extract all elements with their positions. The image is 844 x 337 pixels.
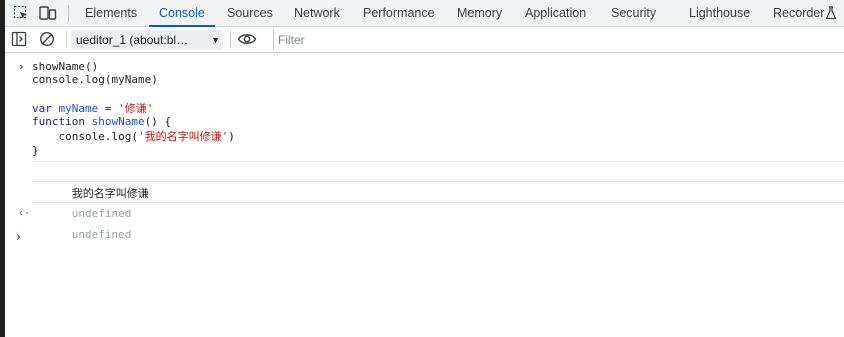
code-line-4: var myName = '修谦': [32, 102, 154, 115]
tab-memory[interactable]: Memory: [457, 0, 502, 27]
tab-sources[interactable]: Sources: [227, 0, 273, 27]
tab-performance[interactable]: Performance: [363, 0, 435, 27]
context-select[interactable]: ueditor_1 (about:bl… ▼: [71, 30, 223, 50]
panel-tabs: Elements Console Sources Network Perform…: [5, 0, 844, 27]
devtools-tab-bar: Elements Console Sources Network Perform…: [5, 0, 844, 27]
toolbar-divider-2: [230, 31, 231, 48]
tab-application[interactable]: Application: [525, 0, 586, 27]
result-arrow-icon: ‹·: [18, 208, 31, 219]
live-expression-icon[interactable]: [237, 31, 257, 47]
filter-input[interactable]: [273, 30, 844, 50]
console-output: › showName() console.log(myName) var myN…: [5, 53, 844, 337]
console-result-message: undefined: [32, 203, 844, 241]
console-undefined-message: undefined: [32, 182, 844, 220]
input-prompt-icon: ›: [18, 60, 25, 73]
sidebar-toggle-icon[interactable]: [10, 31, 28, 47]
code-line-2: console.log(myName): [32, 73, 158, 86]
devtools-window: Elements Console Sources Network Perform…: [0, 0, 844, 337]
tab-recorder[interactable]: Recorder: [773, 0, 824, 27]
result-value: undefined: [71, 228, 132, 241]
code-line-7: }: [32, 144, 39, 157]
tab-elements[interactable]: Elements: [85, 0, 137, 27]
context-select-value: ueditor_1 (about:bl…: [76, 33, 189, 47]
code-line-1: showName(): [32, 60, 99, 73]
dropdown-arrow-icon: ▼: [211, 35, 220, 45]
flask-icon: [824, 5, 838, 21]
tab-network[interactable]: Network: [294, 0, 340, 27]
clear-console-icon[interactable]: [38, 31, 56, 47]
console-log-message: 我的名字叫修谦: [32, 161, 844, 200]
console-toolbar: ueditor_1 (about:bl… ▼: [5, 27, 844, 53]
code-line-6: console.log('我的名字叫修谦'): [32, 130, 235, 143]
console-prompt-caret[interactable]: ›: [16, 230, 21, 245]
tab-security[interactable]: Security: [611, 0, 656, 27]
code-line-5: function showName() {: [32, 115, 172, 128]
tab-lighthouse[interactable]: Lighthouse: [689, 0, 750, 27]
tab-console[interactable]: Console: [149, 0, 215, 27]
toolbar-divider: [66, 31, 67, 48]
